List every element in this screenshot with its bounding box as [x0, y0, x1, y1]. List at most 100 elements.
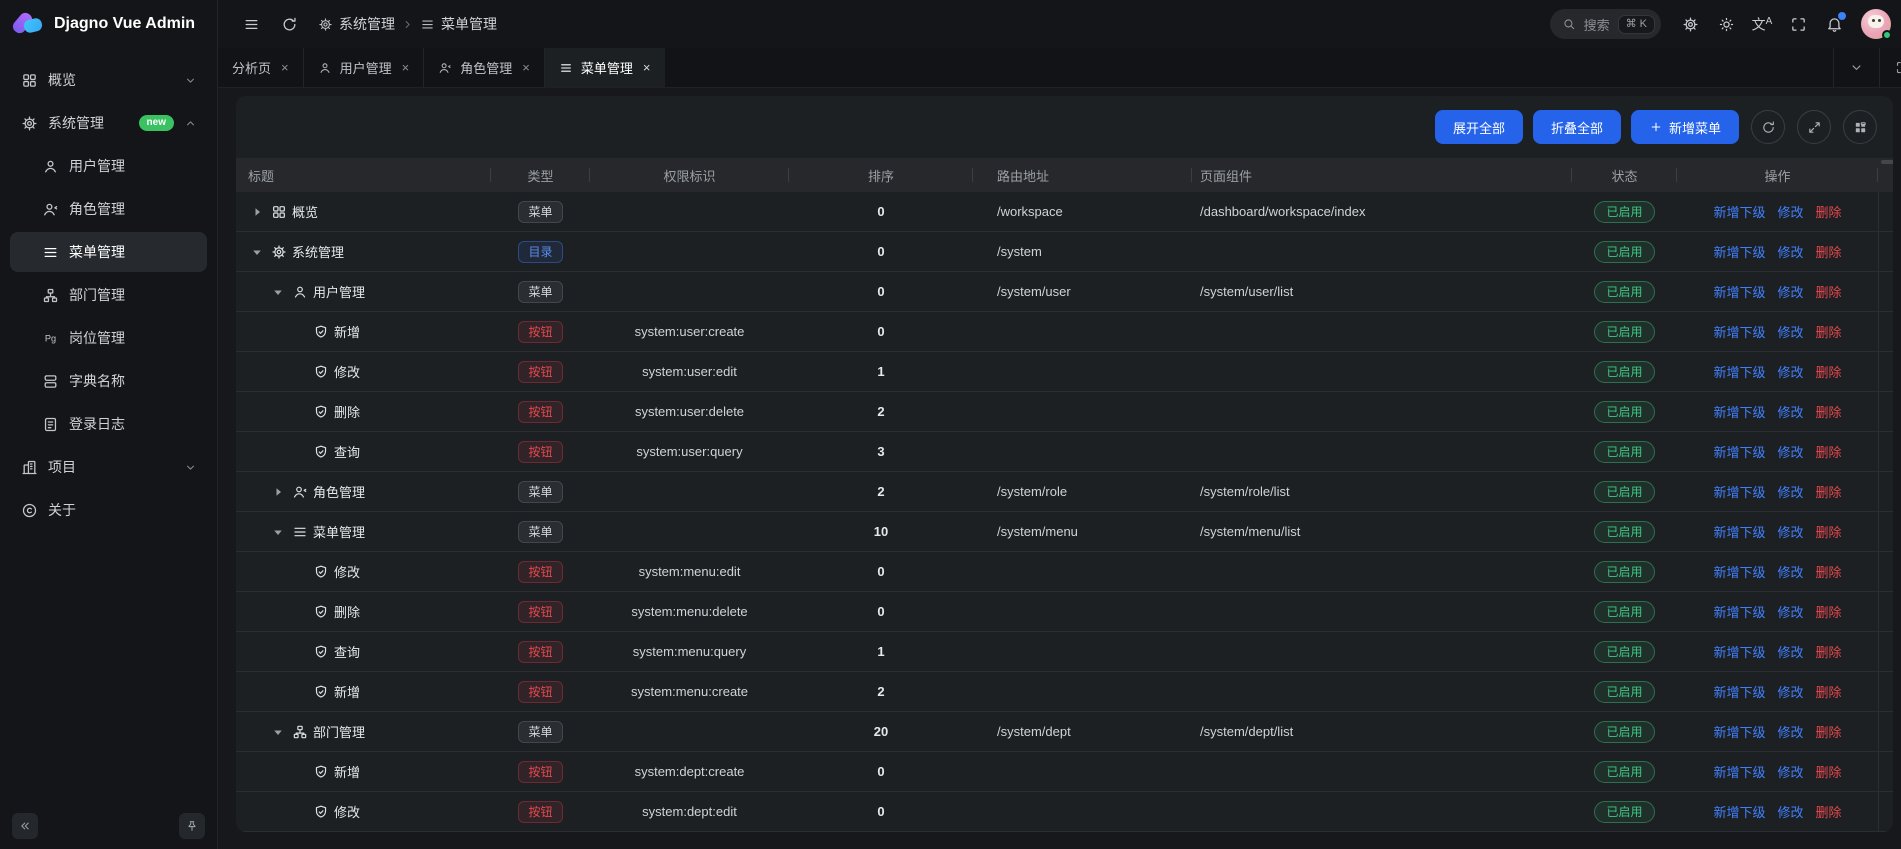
sidebar-item-system[interactable]: 系统管理new: [10, 103, 207, 143]
action-edit[interactable]: 修改: [1777, 402, 1803, 421]
action-delete[interactable]: 删除: [1816, 362, 1842, 381]
sidebar-item-posts[interactable]: Pg岗位管理: [10, 318, 207, 358]
action-edit[interactable]: 修改: [1777, 482, 1803, 501]
action-edit[interactable]: 修改: [1777, 802, 1803, 821]
action-edit[interactable]: 修改: [1777, 202, 1803, 221]
column-settings-button[interactable]: [1843, 110, 1877, 144]
language-button[interactable]: 文A: [1745, 7, 1779, 41]
action-add-child[interactable]: 新增下级: [1713, 762, 1765, 781]
cell-type: 按钮: [491, 641, 590, 663]
sidebar-item-about[interactable]: 关于: [10, 490, 207, 530]
tab-users[interactable]: 用户管理×: [304, 48, 425, 87]
action-edit[interactable]: 修改: [1777, 242, 1803, 261]
cell-type: 菜单: [491, 481, 590, 503]
scrollbar-thumb[interactable]: [1881, 160, 1893, 164]
breadcrumb-item-menus[interactable]: 菜单管理: [420, 14, 497, 34]
tab-close-icon[interactable]: ×: [643, 60, 651, 75]
action-delete[interactable]: 删除: [1816, 682, 1842, 701]
action-delete[interactable]: 删除: [1816, 322, 1842, 341]
action-edit[interactable]: 修改: [1777, 762, 1803, 781]
sidebar-item-project[interactable]: 项目: [10, 447, 207, 487]
fullscreen-button[interactable]: [1781, 7, 1815, 41]
sidebar-item-overview[interactable]: 概览: [10, 60, 207, 100]
action-add-child[interactable]: 新增下级: [1713, 242, 1765, 261]
action-add-child[interactable]: 新增下级: [1713, 722, 1765, 741]
tab-analytics[interactable]: 分析页×: [218, 48, 304, 87]
settings-button[interactable]: [1673, 7, 1707, 41]
caret-right-icon[interactable]: [269, 483, 287, 501]
action-add-child[interactable]: 新增下级: [1713, 482, 1765, 501]
action-add-child[interactable]: 新增下级: [1713, 202, 1765, 221]
table-refresh-button[interactable]: [1751, 110, 1785, 144]
scrollbar-gutter[interactable]: [1878, 158, 1893, 192]
caret-down-icon[interactable]: [248, 243, 266, 261]
sidebar-item-dicts[interactable]: 字典名称: [10, 361, 207, 401]
sidebar-collapse-button[interactable]: [12, 813, 38, 839]
action-delete[interactable]: 删除: [1816, 802, 1842, 821]
action-edit[interactable]: 修改: [1777, 602, 1803, 621]
action-add-child[interactable]: 新增下级: [1713, 402, 1765, 421]
action-delete[interactable]: 删除: [1816, 642, 1842, 661]
caret-down-icon[interactable]: [269, 283, 287, 301]
refresh-page-button[interactable]: [272, 7, 306, 41]
action-edit[interactable]: 修改: [1777, 322, 1803, 341]
action-add-child[interactable]: 新增下级: [1713, 522, 1765, 541]
expand-all-button[interactable]: 展开全部: [1435, 110, 1523, 144]
caret-down-icon[interactable]: [269, 723, 287, 741]
tab-close-icon[interactable]: ×: [522, 60, 530, 75]
action-add-child[interactable]: 新增下级: [1713, 802, 1765, 821]
action-edit[interactable]: 修改: [1777, 442, 1803, 461]
theme-toggle-button[interactable]: [1709, 7, 1743, 41]
action-delete[interactable]: 删除: [1816, 242, 1842, 261]
action-add-child[interactable]: 新增下级: [1713, 562, 1765, 581]
tab-close-icon[interactable]: ×: [281, 60, 289, 75]
action-edit[interactable]: 修改: [1777, 642, 1803, 661]
notifications-button[interactable]: [1817, 7, 1851, 41]
action-delete[interactable]: 删除: [1816, 202, 1842, 221]
action-add-child[interactable]: 新增下级: [1713, 322, 1765, 341]
breadcrumb-item-system[interactable]: 系统管理: [318, 14, 395, 34]
caret-right-icon[interactable]: [248, 203, 266, 221]
action-edit[interactable]: 修改: [1777, 282, 1803, 301]
content-maximize-button[interactable]: [1879, 48, 1901, 87]
tab-menus[interactable]: 菜单管理×: [545, 48, 666, 87]
action-delete[interactable]: 删除: [1816, 602, 1842, 621]
sidebar-item-users[interactable]: 用户管理: [10, 146, 207, 186]
global-search-button[interactable]: 搜索 ⌘ K: [1550, 9, 1661, 39]
action-delete[interactable]: 删除: [1816, 722, 1842, 741]
action-edit[interactable]: 修改: [1777, 522, 1803, 541]
action-add-child[interactable]: 新增下级: [1713, 362, 1765, 381]
action-add-child[interactable]: 新增下级: [1713, 682, 1765, 701]
sidebar-item-login-logs[interactable]: 登录日志: [10, 404, 207, 444]
action-edit[interactable]: 修改: [1777, 362, 1803, 381]
sidebar-item-depts[interactable]: 部门管理: [10, 275, 207, 315]
sidebar-item-roles[interactable]: 角色管理: [10, 189, 207, 229]
action-delete[interactable]: 删除: [1816, 482, 1842, 501]
sidebar-item-menus[interactable]: 菜单管理: [10, 232, 207, 272]
row-gutter: [1878, 672, 1893, 711]
app-logo[interactable]: Djagno Vue Admin: [0, 0, 217, 48]
action-delete[interactable]: 删除: [1816, 282, 1842, 301]
action-edit[interactable]: 修改: [1777, 722, 1803, 741]
sidebar-toggle-button[interactable]: [234, 7, 268, 41]
tab-list-dropdown-button[interactable]: [1833, 48, 1879, 87]
action-edit[interactable]: 修改: [1777, 562, 1803, 581]
table-fullscreen-button[interactable]: [1797, 110, 1831, 144]
tab-close-icon[interactable]: ×: [402, 60, 410, 75]
action-add-child[interactable]: 新增下级: [1713, 602, 1765, 621]
action-delete[interactable]: 删除: [1816, 522, 1842, 541]
tab-roles[interactable]: 角色管理×: [424, 48, 545, 87]
action-delete[interactable]: 删除: [1816, 562, 1842, 581]
action-edit[interactable]: 修改: [1777, 682, 1803, 701]
action-add-child[interactable]: 新增下级: [1713, 442, 1765, 461]
sidebar-pin-button[interactable]: [179, 813, 205, 839]
caret-down-icon[interactable]: [269, 523, 287, 541]
action-add-child[interactable]: 新增下级: [1713, 642, 1765, 661]
collapse-all-button[interactable]: 折叠全部: [1533, 110, 1621, 144]
action-delete[interactable]: 删除: [1816, 442, 1842, 461]
add-menu-button[interactable]: 新增菜单: [1631, 110, 1739, 144]
avatar[interactable]: [1861, 9, 1891, 39]
action-delete[interactable]: 删除: [1816, 402, 1842, 421]
action-add-child[interactable]: 新增下级: [1713, 282, 1765, 301]
action-delete[interactable]: 删除: [1816, 762, 1842, 781]
